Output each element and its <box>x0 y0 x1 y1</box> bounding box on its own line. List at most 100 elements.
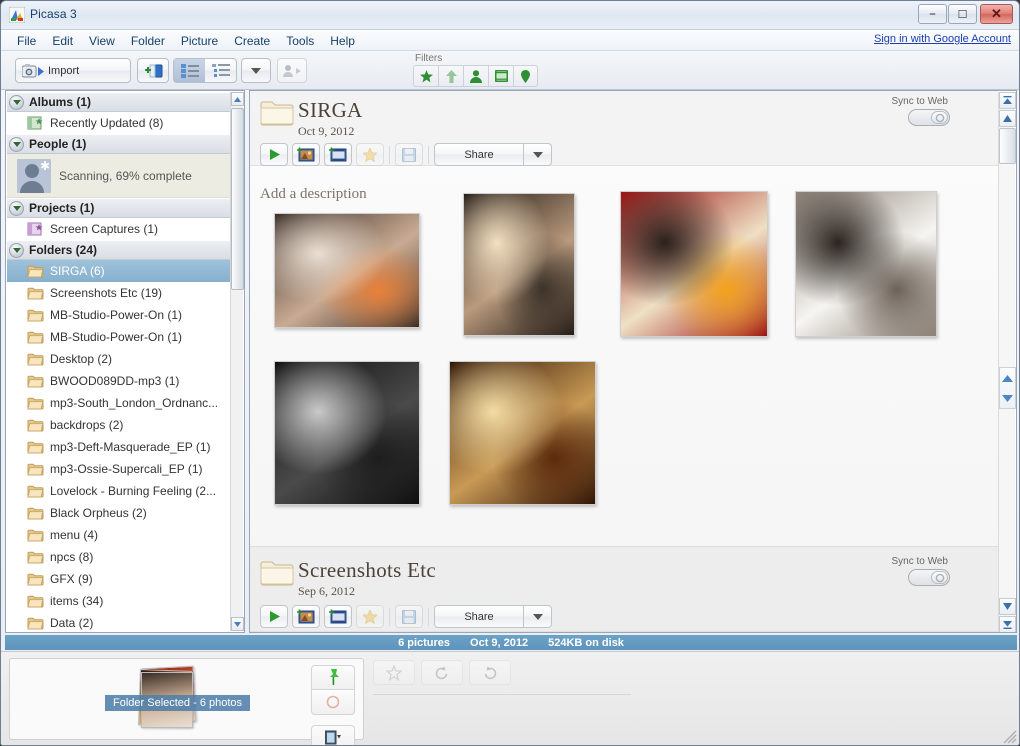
slideshow-button[interactable] <box>260 143 288 166</box>
menu-tools[interactable]: Tools <box>278 32 322 50</box>
add-photo-button[interactable] <box>292 605 320 628</box>
sidebar-section-projects[interactable]: Projects (1) <box>7 198 231 218</box>
sidebar-item-backdrops[interactable]: backdrops (2) <box>7 414 231 436</box>
scroll-up-button[interactable] <box>999 110 1016 127</box>
view-options-dropdown[interactable] <box>241 58 271 83</box>
sidebar-scroll-thumb[interactable] <box>231 108 244 290</box>
scroll-page-buttons[interactable] <box>999 367 1016 409</box>
sidebar-item-mb-studio-power-on-1[interactable]: MB-Studio-Power-On (1) <box>7 304 231 326</box>
photo-thumbnail[interactable] <box>274 213 420 328</box>
minimize-button[interactable]: ⎯ <box>918 4 947 24</box>
sync-to-web-toggle[interactable] <box>908 569 950 586</box>
photo-thumbnail[interactable] <box>449 361 596 505</box>
slideshow-button[interactable] <box>260 605 288 628</box>
content-scroll-thumb[interactable] <box>999 128 1016 164</box>
sidebar-item-screenshots-etc[interactable]: Screenshots Etc (19) <box>7 282 231 304</box>
filter-uploaded-button[interactable] <box>438 65 463 87</box>
new-album-button[interactable] <box>137 58 169 83</box>
folder-icon <box>27 396 44 410</box>
sidebar-section-people[interactable]: People (1) <box>7 134 231 154</box>
photo-thumbnail[interactable] <box>620 191 768 337</box>
menu-picture[interactable]: Picture <box>173 32 226 50</box>
star-button[interactable] <box>356 605 384 628</box>
sync-to-web-toggle[interactable] <box>908 109 950 126</box>
sidebar-scrollbar[interactable] <box>230 92 244 631</box>
double-chevron-down-icon <box>1003 621 1012 629</box>
sidebar-item-sirga[interactable]: SIRGA (6) <box>7 260 231 282</box>
sidebar-item-mb-studio-power-on-2[interactable]: MB-Studio-Power-On (1) <box>7 326 231 348</box>
menu-create[interactable]: Create <box>226 32 278 50</box>
sidebar-item-lovelock-burning-feeling[interactable]: Lovelock - Burning Feeling (2... <box>7 480 231 502</box>
sidebar-item-mp3-south-london[interactable]: mp3-South_London_Ordnanc... <box>7 392 231 414</box>
sidebar-item-gfx[interactable]: GFX (9) <box>7 568 231 590</box>
menu-help[interactable]: Help <box>322 32 363 50</box>
add-photo-button[interactable] <box>292 143 320 166</box>
sidebar-scroll-up-button[interactable] <box>231 92 244 106</box>
sidebar-item-mp3-deft-masquerade[interactable]: mp3-Deft-Masquerade_EP (1) <box>7 436 231 458</box>
sidebar-item-menu[interactable]: menu (4) <box>7 524 231 546</box>
collapse-triangle-icon[interactable] <box>9 242 24 258</box>
add-movie-button[interactable] <box>324 605 352 628</box>
filter-movies-button[interactable] <box>488 65 513 87</box>
sidebar-item-label: Data (2) <box>50 616 94 630</box>
tray-edit-buttons <box>373 660 511 685</box>
star-button[interactable] <box>356 143 384 166</box>
hold-photos-button[interactable] <box>311 665 355 690</box>
sidebar-item-mp3-ossie-supercali[interactable]: mp3-Ossie-Supercali_EP (1) <box>7 458 231 480</box>
content-scrollbar[interactable] <box>998 92 1016 632</box>
filter-geotagged-button[interactable] <box>513 65 538 87</box>
add-movie-button[interactable] <box>324 143 352 166</box>
folder-share-button[interactable]: Share <box>434 143 524 166</box>
menu-folder[interactable]: Folder <box>123 32 173 50</box>
menu-file[interactable]: File <box>9 32 44 50</box>
sidebar-item-screen-captures[interactable]: Screen Captures (1) <box>7 218 231 240</box>
collapse-triangle-icon[interactable] <box>9 94 24 110</box>
import-button[interactable]: Import <box>15 58 131 83</box>
sidebar-item-items[interactable]: items (34) <box>7 590 231 612</box>
save-button[interactable] <box>395 605 423 628</box>
rotate-left-button[interactable] <box>421 660 463 685</box>
people-view-button[interactable] <box>277 58 307 83</box>
filter-faces-button[interactable] <box>463 65 488 87</box>
status-date: Oct 9, 2012 <box>470 636 529 649</box>
sidebar-item-bwood089dd-mp3[interactable]: BWOOD089DD-mp3 (1) <box>7 370 231 392</box>
save-button[interactable] <box>395 143 423 166</box>
window-resize-grip[interactable] <box>1003 730 1017 744</box>
close-button[interactable]: ✕ <box>980 4 1013 24</box>
sidebar-item-recently-updated[interactable]: Recently Updated (8) <box>7 112 231 134</box>
menu-view[interactable]: View <box>81 32 123 50</box>
photo-thumbnail[interactable] <box>463 193 575 336</box>
scroll-down-button[interactable] <box>999 598 1016 615</box>
sidebar-item-desktop[interactable]: Desktop (2) <box>7 348 231 370</box>
scroll-to-top-button[interactable] <box>999 92 1016 109</box>
photo-tray[interactable]: Folder Selected - 6 photos <box>9 658 364 745</box>
tray-star-button[interactable] <box>373 660 415 685</box>
clear-tray-button[interactable] <box>311 690 355 715</box>
menu-edit[interactable]: Edit <box>44 32 81 50</box>
folder-icon <box>27 286 44 300</box>
photo-thumbnail[interactable] <box>274 361 420 505</box>
photo-thumbnail[interactable] <box>795 191 937 337</box>
sidebar-item-data[interactable]: Data (2) <box>7 612 231 631</box>
rotate-right-button[interactable] <box>469 660 511 685</box>
sidebar-scroll-down-button[interactable] <box>231 617 244 631</box>
folder-share-button[interactable]: Share <box>434 605 524 628</box>
tree-view-button[interactable] <box>205 59 236 82</box>
sidebar-section-folders[interactable]: Folders (24) <box>7 240 231 260</box>
sidebar-item-npcs[interactable]: npcs (8) <box>7 546 231 568</box>
sidebar-item-black-orpheus[interactable]: Black Orpheus (2) <box>7 502 231 524</box>
add-to-album-button[interactable] <box>311 725 355 745</box>
collapse-triangle-icon[interactable] <box>9 200 24 216</box>
sidebar-section-albums[interactable]: Albums (1) <box>7 92 231 112</box>
people-scanning-row[interactable]: ✱ Scanning, 69% complete <box>7 154 231 198</box>
maximize-button[interactable]: ☐ <box>948 4 977 24</box>
sign-in-link[interactable]: Sign in with Google Account <box>874 33 1011 45</box>
collapse-triangle-icon[interactable] <box>9 136 24 152</box>
folder-share-dropdown[interactable] <box>524 143 552 166</box>
add-description-field[interactable]: Add a description <box>260 186 660 208</box>
thumbnail-view-button[interactable] <box>174 59 205 82</box>
folder-header-sirga: SIRGA Oct 9, 2012 Sync to Web Share <box>250 91 998 166</box>
scroll-to-bottom-button[interactable] <box>999 616 1016 632</box>
folder-share-dropdown[interactable] <box>524 605 552 628</box>
filter-starred-button[interactable] <box>413 65 438 87</box>
